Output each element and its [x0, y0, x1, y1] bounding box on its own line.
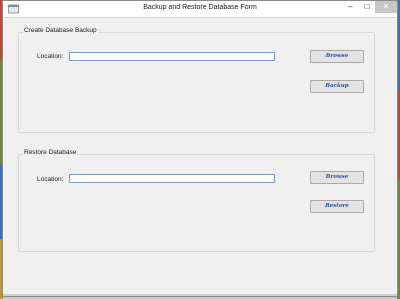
- backup-browse-button[interactable]: Browse: [310, 50, 364, 63]
- form-window: Backup and Restore Database Form – □ ✕ C…: [2, 0, 398, 297]
- restore-location-input[interactable]: [69, 174, 275, 183]
- restore-group-title: Restore Database: [23, 149, 78, 156]
- window-bottom-edge: [3, 294, 397, 296]
- backup-groupbox: Create Database Backup Location: Browse …: [18, 27, 375, 133]
- restore-location-label: Location:: [37, 176, 64, 183]
- restore-groupbox: Restore Database Location: Browse Restor…: [18, 149, 375, 252]
- backup-location-input[interactable]: [69, 52, 275, 61]
- title-bar[interactable]: Backup and Restore Database Form – □ ✕: [3, 1, 397, 18]
- backup-location-label: Location:: [37, 53, 64, 60]
- restore-button[interactable]: Restore: [310, 200, 364, 213]
- minimize-icon[interactable]: –: [342, 1, 359, 13]
- backup-button[interactable]: Backup: [310, 80, 364, 93]
- restore-browse-button[interactable]: Browse: [310, 171, 364, 184]
- backup-group-title: Create Database Backup: [23, 27, 98, 34]
- close-icon[interactable]: ✕: [375, 1, 397, 13]
- maximize-icon[interactable]: □: [359, 1, 375, 13]
- window-title: Backup and Restore Database Form: [143, 4, 257, 11]
